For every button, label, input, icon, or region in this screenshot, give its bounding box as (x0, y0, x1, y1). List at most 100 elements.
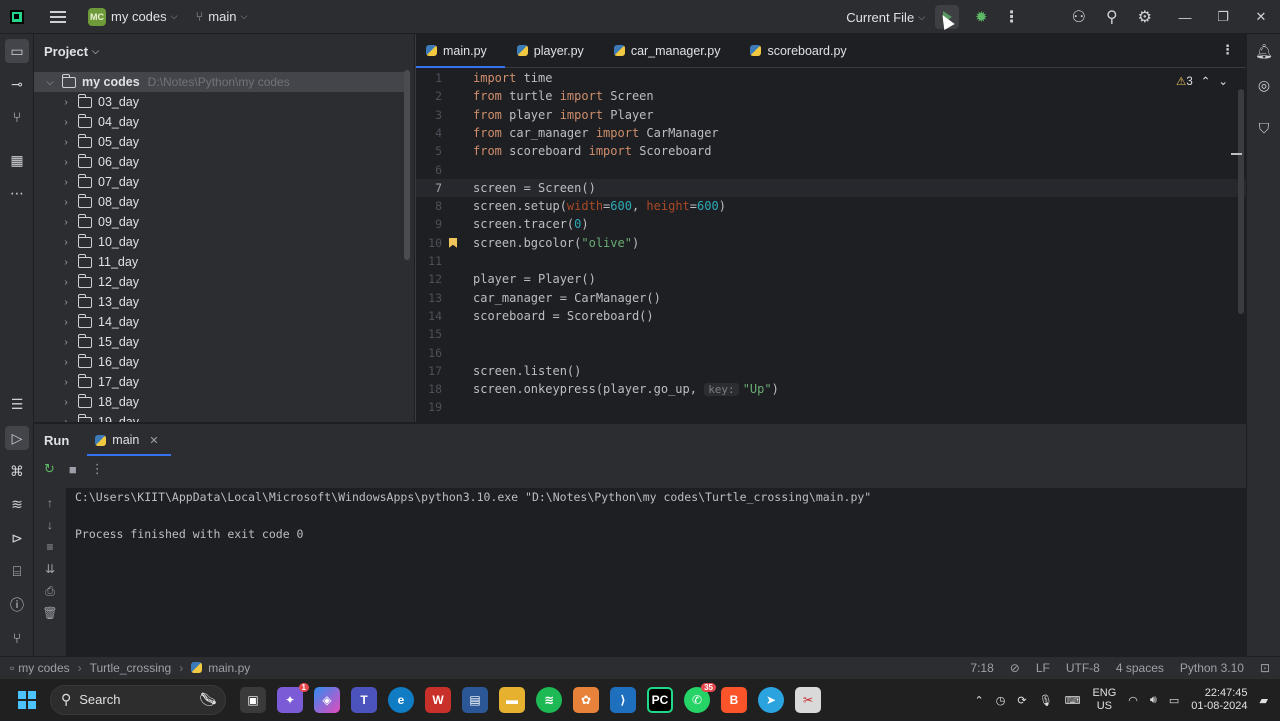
keyboard-icon[interactable]: ⌨ (1065, 694, 1081, 707)
stop-icon[interactable]: ■ (69, 462, 77, 477)
run-tab-main[interactable]: main ✕ (87, 424, 171, 456)
code-line[interactable]: 19 (416, 398, 1246, 416)
chevron-up-icon[interactable]: ⌃ (1201, 74, 1211, 88)
fl-studio-icon[interactable]: ✿ (573, 686, 599, 713)
editor-tab[interactable]: main.py (416, 34, 505, 68)
arrow-down-icon[interactable]: ↓ (42, 518, 58, 532)
editor-scrollbar[interactable] (1238, 89, 1244, 314)
arrow-up-icon[interactable]: ↑ (42, 496, 58, 510)
notification-center-icon[interactable]: ▰ (1260, 694, 1268, 707)
task-view-icon[interactable]: ▣ (240, 686, 266, 713)
breadcrumb-item[interactable]: Turtle_crossing (90, 661, 172, 675)
windows-start-icon[interactable] (18, 690, 36, 709)
tree-folder-row[interactable]: › 13_day (34, 292, 404, 312)
chevron-up-icon[interactable]: ⌃ (975, 694, 984, 707)
layers-icon[interactable]: ≋ (0, 490, 34, 518)
tree-folder-row[interactable]: › 03_day (34, 92, 404, 112)
code-line[interactable]: 14 scoreboard = Scoreboard() (416, 307, 1246, 325)
run-tool-icon[interactable]: ▷ (0, 424, 34, 452)
code-line[interactable]: 13 car_manager = CarManager() (416, 289, 1246, 307)
code-line[interactable]: 8 screen.setup(width=600, height=600) (416, 197, 1246, 215)
tree-folder-row[interactable]: › 12_day (34, 272, 404, 292)
python-packages-icon[interactable]: ⌘ (0, 457, 34, 485)
tree-folder-row[interactable]: › 16_day (34, 352, 404, 372)
more-tools-icon[interactable]: ⋯ (0, 179, 34, 207)
brave-icon[interactable]: B (721, 686, 747, 713)
pull-requests-icon[interactable]: ⑂ (0, 103, 34, 131)
more-actions-icon[interactable]: ⋮ (1004, 7, 1020, 27)
code-line[interactable]: 9 screen.tracer(0) (416, 215, 1246, 233)
code-line[interactable]: 6 (416, 161, 1246, 179)
code-line[interactable]: 12 player = Player() (416, 270, 1246, 288)
tree-folder-row[interactable]: › 11_day (34, 252, 404, 272)
volume-icon[interactable]: 🔊︎ (1150, 694, 1157, 707)
structure-icon[interactable]: ▦ (0, 146, 34, 174)
commit-tool-icon[interactable]: ⊸ (0, 70, 34, 98)
clock[interactable]: 22:47:45 01-08-2024 (1191, 687, 1247, 713)
tree-folder-row[interactable]: › 04_day (34, 112, 404, 132)
git-icon[interactable]: ⑂ (0, 624, 34, 652)
soft-wrap-icon[interactable]: ≡ (42, 540, 58, 554)
microsoft-store-icon[interactable]: ▤ (462, 686, 488, 713)
code-line[interactable]: 15 (416, 325, 1246, 343)
interpreter[interactable]: Python 3.10 (1180, 661, 1244, 675)
wps-icon[interactable]: W (425, 686, 451, 713)
clock-app-icon[interactable]: ◷ (996, 694, 1006, 707)
code-line[interactable]: 11 (416, 252, 1246, 270)
project-scrollbar[interactable] (404, 70, 410, 260)
file-explorer-icon[interactable]: ▬ (499, 686, 525, 713)
chevron-down-icon[interactable]: ⌄ (1218, 74, 1228, 88)
debug-icon[interactable]: ✹ (975, 8, 988, 26)
search-icon[interactable]: ⚲ (1106, 7, 1118, 27)
scroll-to-end-icon[interactable]: ⇊ (42, 562, 58, 576)
telegram-icon[interactable]: ➤ (758, 686, 784, 713)
taskbar-search[interactable]: ⚲ Search 🌭︎ (50, 684, 226, 715)
terminal-icon[interactable]: ⌸ (0, 557, 34, 585)
ai-assistant-icon[interactable]: ◎ (1247, 71, 1280, 99)
tree-folder-row[interactable]: › 10_day (34, 232, 404, 252)
inspection-widget[interactable]: ⚠3 ⌃ ⌄ (1176, 74, 1228, 88)
main-menu-icon[interactable] (50, 10, 66, 23)
close-icon[interactable]: ✕ (149, 434, 158, 447)
tree-folder-row[interactable]: › 17_day (34, 372, 404, 392)
pycharm-taskbar-icon[interactable]: PC (647, 686, 673, 713)
services-icon[interactable]: ⊳ (0, 524, 34, 552)
code-line[interactable]: 3 from player import Player (416, 106, 1246, 124)
indent-setting[interactable]: 4 spaces (1116, 661, 1164, 675)
tree-folder-row[interactable]: › 14_day (34, 312, 404, 332)
problems-icon[interactable]: ⓘ (0, 591, 34, 619)
vscode-icon[interactable]: ⟩ (610, 686, 636, 713)
copilot-icon[interactable]: ✦ 1 (277, 682, 309, 713)
tree-folder-row[interactable]: › 05_day (34, 132, 404, 152)
tree-folder-row[interactable]: › 15_day (34, 332, 404, 352)
notifications-icon[interactable]: 🔔︎ (1247, 37, 1280, 65)
tree-folder-row[interactable]: › 19_day (34, 412, 404, 422)
trash-icon[interactable]: 🗑︎ (42, 606, 58, 620)
console-output[interactable]: C:\Users\KIIT\AppData\Local\Microsoft\Wi… (66, 488, 1246, 657)
bookmark-icon[interactable] (449, 237, 457, 248)
battery-icon[interactable]: ▭ (1169, 694, 1179, 707)
project-tool-icon[interactable]: ▭ (0, 37, 34, 65)
breadcrumb-item[interactable]: main.py (208, 661, 250, 675)
rerun-icon[interactable]: ↻ (44, 461, 55, 477)
teams-icon[interactable]: T (351, 686, 377, 713)
project-selector[interactable]: my codes ⌵ (106, 0, 177, 34)
file-encoding[interactable]: UTF-8 (1066, 661, 1100, 675)
tree-root-row[interactable]: ⌵ my codes D:\Notes\Python\my codes (34, 72, 404, 92)
editor-tab[interactable]: player.py (505, 34, 602, 67)
branch-selector[interactable]: main ⌵ (203, 0, 247, 34)
edge-icon[interactable]: e (388, 686, 414, 713)
run-config-selector[interactable]: Current File ⌵ (841, 0, 925, 34)
lock-icon[interactable]: ⊡ (1260, 661, 1270, 675)
project-panel-header[interactable]: Project ⌵ (34, 34, 414, 68)
shield-icon[interactable]: ⛉ (1247, 114, 1280, 142)
caret-position[interactable]: 7:18 (970, 661, 993, 675)
restore-button[interactable]: ❐ (1204, 9, 1242, 25)
wifi-icon[interactable]: ◠ (1128, 694, 1138, 707)
microphone-icon[interactable]: 🎙︎ (1039, 694, 1053, 707)
breadcrumb-item[interactable]: my codes (18, 661, 69, 675)
sync-icon[interactable]: ⟳ (1017, 694, 1026, 707)
more-actions-icon[interactable]: ⋮ (91, 461, 104, 477)
tab-options-icon[interactable]: ⋮ (1221, 42, 1234, 58)
gear-icon[interactable]: ⚙ (1138, 7, 1152, 27)
